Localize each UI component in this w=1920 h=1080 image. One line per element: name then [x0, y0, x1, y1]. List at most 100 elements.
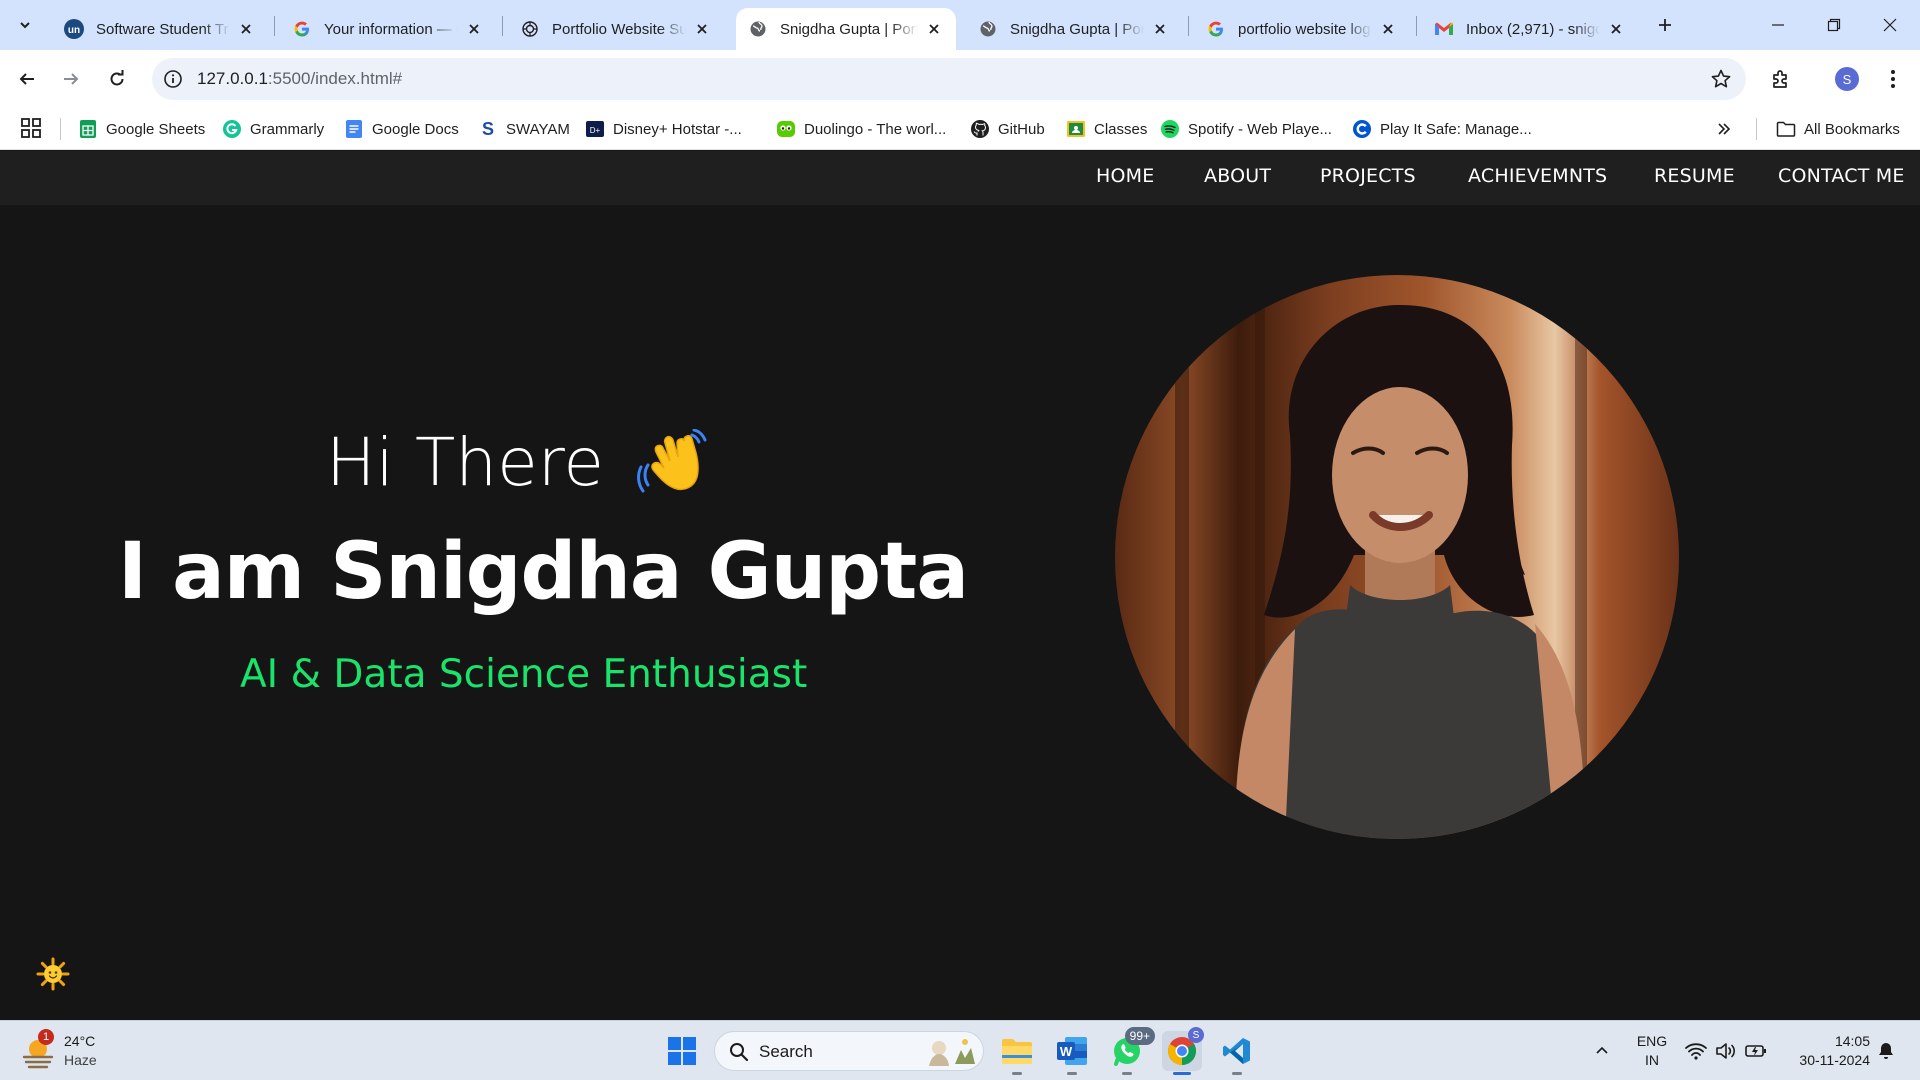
bookmark-google-docs[interactable]: Google Docs: [344, 116, 459, 142]
whatsapp-app[interactable]: 99+: [1107, 1027, 1155, 1075]
address-bar[interactable]: 127.0.0.1:5500/index.html#: [152, 58, 1746, 100]
arrow-left-icon: [19, 73, 34, 85]
tab-divider: [274, 16, 275, 36]
reload-button[interactable]: [100, 62, 134, 96]
close-window-button[interactable]: [1862, 0, 1918, 50]
extensions-button[interactable]: [1766, 64, 1796, 94]
minimize-button[interactable]: [1750, 0, 1806, 50]
battery-charging-icon[interactable]: [1744, 1039, 1768, 1063]
tab-google-info[interactable]: Your information — Google: [280, 8, 496, 50]
svg-text:S: S: [482, 119, 494, 139]
puzzle-icon: [1773, 70, 1787, 88]
running-indicator: [1122, 1072, 1132, 1075]
browser-menu-button[interactable]: [1878, 64, 1908, 94]
tab-unstop[interactable]: un Software Student Training: [52, 8, 268, 50]
site-navbar: HOME ABOUT PROJECTS ACHIEVEMNTS RESUME C…: [0, 151, 1920, 205]
forward-button[interactable]: [54, 62, 88, 96]
close-icon[interactable]: [464, 19, 484, 39]
running-indicator: [1067, 1072, 1077, 1075]
close-icon[interactable]: [924, 19, 944, 39]
portfolio-page: HOME ABOUT PROJECTS ACHIEVEMNTS RESUME C…: [0, 151, 1920, 1020]
nav-achievements[interactable]: ACHIEVEMNTS: [1468, 165, 1607, 187]
new-tab-button[interactable]: [1652, 12, 1678, 38]
chevron-down-icon: [20, 22, 30, 29]
close-icon[interactable]: [1150, 19, 1170, 39]
file-explorer-app[interactable]: [997, 1031, 1037, 1075]
start-button[interactable]: [662, 1031, 702, 1071]
close-icon[interactable]: [236, 19, 256, 39]
nav-contact-me[interactable]: CONTACT ME: [1778, 165, 1905, 187]
bookmark-star-icon[interactable]: [1710, 68, 1732, 90]
restore-button[interactable]: [1806, 0, 1862, 50]
bookmark-grammarly[interactable]: Grammarly: [222, 116, 324, 142]
system-clock[interactable]: 14:05 30-11-2024: [1780, 1032, 1870, 1070]
tab-divider: [1188, 16, 1189, 36]
nav-resume[interactable]: RESUME: [1654, 165, 1735, 187]
tab-google-search[interactable]: portfolio website logo: [1194, 8, 1410, 50]
avatar: S: [1835, 67, 1859, 91]
weather-temp: 24°C: [64, 1033, 96, 1049]
close-icon[interactable]: [692, 19, 712, 39]
word-app[interactable]: W: [1052, 1031, 1092, 1075]
word-icon: W: [1057, 1037, 1087, 1065]
google-icon: [1206, 19, 1226, 39]
show-hidden-icons-button[interactable]: [1590, 1039, 1614, 1063]
svg-text:W: W: [1060, 1044, 1073, 1059]
profile-button[interactable]: S: [1832, 64, 1862, 94]
nav-projects[interactable]: PROJECTS: [1320, 165, 1416, 187]
close-icon[interactable]: [1606, 19, 1626, 39]
search-highlight-illustration-icon: [929, 1039, 975, 1066]
language-indicator[interactable]: ENG IN: [1634, 1032, 1670, 1070]
bookmark-spotify[interactable]: Spotify - Web Playe...: [1160, 116, 1332, 142]
bookmark-classes[interactable]: Classes: [1066, 116, 1147, 142]
tab-gmail[interactable]: Inbox (2,971) - snigdha: [1422, 8, 1638, 50]
volume-icon[interactable]: [1714, 1039, 1738, 1063]
vscode-app[interactable]: [1217, 1031, 1257, 1075]
tab-chatgpt[interactable]: Portfolio Website Suggestions: [508, 8, 724, 50]
weather-widget[interactable]: 1 24°C Haze: [20, 1029, 140, 1073]
tab-portfolio-active[interactable]: Snigdha Gupta | Portfolio: [736, 8, 956, 50]
globe-icon: [978, 19, 998, 39]
bookmark-label: Play It Safe: Manage...: [1380, 120, 1532, 138]
tab-search-button[interactable]: [10, 10, 40, 40]
more-vertical-icon: [1891, 70, 1895, 88]
weather-badge: 1: [38, 1029, 54, 1045]
nav-about[interactable]: ABOUT: [1204, 165, 1271, 187]
theme-toggle-sun-icon[interactable]: [36, 957, 70, 991]
folder-icon: [1002, 1039, 1032, 1064]
back-button[interactable]: [10, 62, 44, 96]
bookmark-divider: [60, 118, 61, 140]
bookmark-github[interactable]: GitHub: [970, 116, 1045, 142]
bookmark-hotstar[interactable]: D+ Disney+ Hotstar -...: [585, 116, 742, 142]
tab-title: Your information — Google: [324, 20, 458, 38]
bookmark-google-sheets[interactable]: Google Sheets: [78, 116, 205, 142]
taskbar-search-box[interactable]: Search: [714, 1031, 984, 1071]
bookmark-swayam[interactable]: S SWAYAM: [478, 116, 570, 142]
bookmark-label: Duolingo - The worl...: [804, 120, 947, 138]
nav-home[interactable]: HOME: [1096, 165, 1154, 187]
grammarly-icon: [222, 119, 242, 139]
tab-portfolio-2[interactable]: Snigdha Gupta | Portfolio: [966, 8, 1182, 50]
bookmark-coursera[interactable]: Play It Safe: Manage...: [1352, 116, 1532, 142]
bookmark-label: Spotify - Web Playe...: [1188, 120, 1332, 138]
reload-icon: [110, 70, 124, 86]
bookmark-label: Google Sheets: [106, 120, 206, 138]
vscode-icon: [1223, 1038, 1250, 1064]
hero-greeting: Hi There: [326, 424, 604, 501]
all-bookmarks-button[interactable]: All Bookmarks: [1776, 116, 1900, 142]
running-indicator: [1173, 1072, 1191, 1075]
apps-grid-icon[interactable]: [20, 117, 44, 141]
url-text[interactable]: 127.0.0.1:5500/index.html#: [197, 69, 402, 89]
bookmark-label: SWAYAM: [506, 120, 570, 138]
bookmarks-overflow-button[interactable]: [1716, 116, 1740, 142]
wifi-icon[interactable]: [1684, 1039, 1708, 1063]
all-bookmarks-label: All Bookmarks: [1804, 120, 1900, 138]
chrome-app[interactable]: S: [1162, 1027, 1204, 1075]
bookmark-duolingo[interactable]: Duolingo - The worl...: [776, 116, 946, 142]
notifications-bell-icon[interactable]: [1874, 1039, 1898, 1063]
arrow-right-icon: [64, 73, 79, 85]
site-info-icon[interactable]: [162, 68, 184, 90]
gmail-icon: [1434, 19, 1454, 39]
bookmarks-bar: Google Sheets Grammarly Google Docs S SW…: [0, 108, 1920, 150]
close-icon[interactable]: [1378, 19, 1398, 39]
